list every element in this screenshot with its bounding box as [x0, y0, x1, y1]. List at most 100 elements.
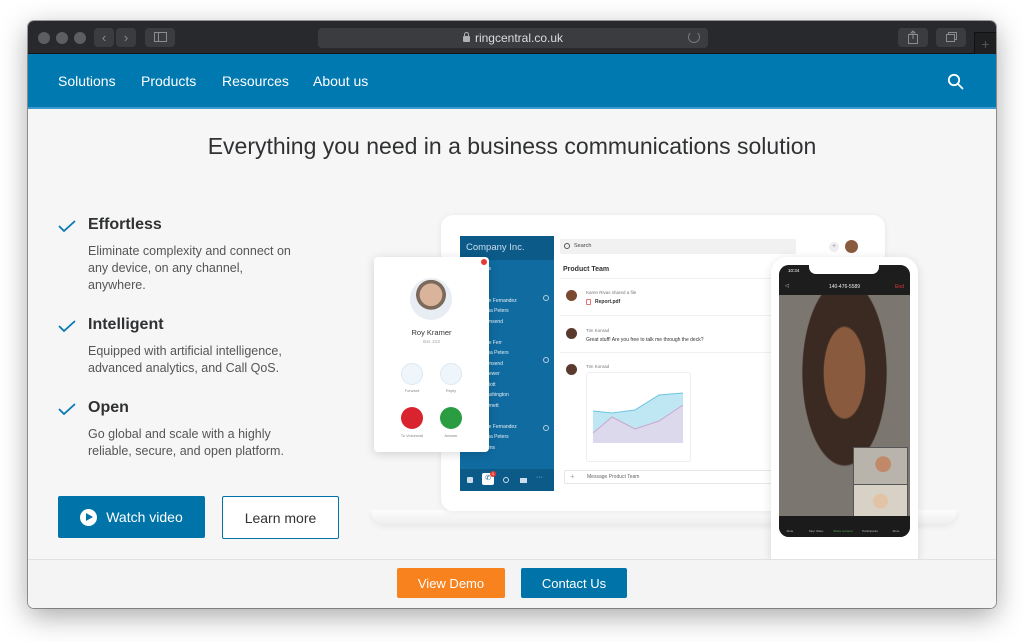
mute-label: Mute	[786, 529, 794, 533]
forward-button[interactable]: ›	[116, 28, 136, 47]
stop-video-label: Stop Video	[808, 529, 824, 533]
share-content-label: Share Content	[833, 529, 853, 533]
app-search-placeholder: Search	[574, 243, 592, 249]
learn-more-button[interactable]: Learn more	[222, 496, 339, 539]
new-tab-button[interactable]: +	[974, 32, 996, 54]
zoom-window-button[interactable]	[74, 32, 86, 44]
browser-window: ‹ › ringcentral.co.uk + Solutions Produc…	[28, 21, 996, 608]
call-toolbar: Mute Stop Video Share Content Participan…	[779, 516, 910, 537]
add-icon: +	[829, 242, 839, 252]
plus-icon: +	[981, 36, 990, 52]
message-text: Great stuff! Are you free to talk me thr…	[586, 337, 704, 343]
checkmark-icon	[58, 320, 76, 332]
lock-icon	[462, 32, 470, 42]
avatar	[566, 364, 577, 375]
add-icon	[543, 357, 549, 363]
add-icon	[543, 295, 549, 301]
file-link: Report.pdf	[595, 299, 621, 305]
forward-label: Forward	[404, 388, 420, 393]
add-icon	[543, 425, 549, 431]
contact-us-label: Contact Us	[541, 575, 607, 591]
more-label: More	[892, 529, 900, 533]
tabs-icon	[946, 32, 957, 42]
caller-extension: Ext. 213	[423, 339, 440, 344]
watch-video-button[interactable]: Watch video	[58, 496, 205, 538]
feature-description: Eliminate complexity and connect on any …	[88, 244, 291, 292]
end-call-label: End	[895, 284, 904, 290]
channel-title: Product Team	[563, 266, 610, 273]
view-demo-button[interactable]: View Demo	[397, 568, 505, 598]
compose-placeholder: Message Product Team	[587, 474, 640, 480]
close-window-button[interactable]	[38, 32, 50, 44]
participants-label: Participants	[862, 529, 878, 533]
feature-description: Go global and scale with a highly reliab…	[88, 427, 284, 458]
phone-screen: 10:34 ◁ 140-476-5589 End Mute Stop Video…	[779, 265, 910, 537]
search-icon	[564, 243, 570, 249]
nav-about-us[interactable]: About us	[313, 73, 368, 89]
caller-photo	[410, 278, 452, 320]
browser-toolbar: ‹ › ringcentral.co.uk +	[28, 21, 996, 54]
reply-icon	[440, 363, 462, 385]
chevron-right-icon: ›	[123, 30, 129, 45]
phone-time: 10:34	[788, 268, 800, 273]
view-demo-label: View Demo	[417, 575, 485, 591]
checkmark-icon	[58, 220, 76, 232]
reload-icon[interactable]	[688, 31, 700, 43]
call-number: 140-476-5589	[828, 284, 861, 290]
caller-name: Roy Kramer	[411, 328, 452, 337]
url-text: ringcentral.co.uk	[474, 31, 564, 45]
nav-resources[interactable]: Resources	[222, 73, 289, 89]
nav-products[interactable]: Products	[141, 73, 196, 89]
tabs-overview-button[interactable]	[936, 28, 966, 47]
sidebar-toggle-button[interactable]	[145, 28, 175, 47]
user-avatar	[845, 240, 858, 253]
play-icon	[80, 508, 98, 526]
chat-icon	[467, 477, 473, 483]
message-author: Tim Konrad	[586, 328, 610, 333]
phone-status-bar: 10:34 ◁ 140-476-5589 End	[779, 265, 910, 295]
meetings-icon	[503, 477, 509, 483]
share-button[interactable]	[898, 28, 928, 47]
voicemail-icon	[401, 407, 423, 429]
avatar	[566, 328, 577, 339]
chevron-left-icon: ‹	[101, 30, 107, 45]
message-author: Tim Konrad	[586, 364, 610, 369]
share-icon	[908, 30, 918, 44]
feature-title: Effortless	[88, 216, 162, 233]
pdf-icon	[586, 299, 591, 305]
sticky-cta-bar: View Demo Contact Us	[28, 559, 996, 608]
search-icon[interactable]	[947, 73, 964, 90]
minimize-window-button[interactable]	[56, 32, 68, 44]
shared-chart-thumbnail	[586, 372, 691, 462]
feature-description: Equipped with artificial intelligence, a…	[88, 344, 282, 375]
app-bottom-toolbar: ✆ 1 ···	[460, 469, 554, 491]
notification-badge: 1	[490, 471, 496, 477]
back-button[interactable]: ‹	[94, 28, 114, 47]
avatar	[566, 290, 577, 301]
app-search-input: Search	[560, 239, 796, 254]
address-bar[interactable]: ringcentral.co.uk	[318, 28, 708, 48]
sidebar-icon	[153, 32, 167, 42]
area-chart-graphic	[592, 392, 684, 443]
message-author: Karen Rivas shared a file	[586, 290, 637, 295]
learn-more-label: Learn more	[244, 509, 317, 526]
watch-video-label: Watch video	[106, 509, 183, 525]
participant-thumbnail	[853, 447, 908, 485]
answer-label: Answer	[444, 433, 458, 438]
phone-notch	[809, 265, 879, 274]
forward-icon	[401, 363, 423, 385]
video-icon	[520, 478, 527, 483]
page-title: Everything you need in a business commun…	[207, 133, 817, 159]
nav-solutions[interactable]: Solutions	[58, 73, 116, 89]
answer-icon	[440, 407, 462, 429]
site-navigation: Solutions Products Resources About us	[28, 54, 996, 109]
voicemail-label: To Voicemail	[400, 433, 424, 438]
reply-label: Reply	[445, 388, 457, 393]
contact-us-button[interactable]: Contact Us	[521, 568, 627, 598]
phone-mockup: 10:34 ◁ 140-476-5589 End Mute Stop Video…	[771, 257, 918, 573]
plus-icon: +	[570, 472, 575, 481]
feature-title: Open	[88, 399, 129, 416]
feature-title: Intelligent	[88, 316, 164, 333]
incoming-call-card: Roy Kramer Ext. 213 Forward Reply To Voi…	[374, 257, 489, 452]
checkmark-icon	[58, 403, 76, 415]
